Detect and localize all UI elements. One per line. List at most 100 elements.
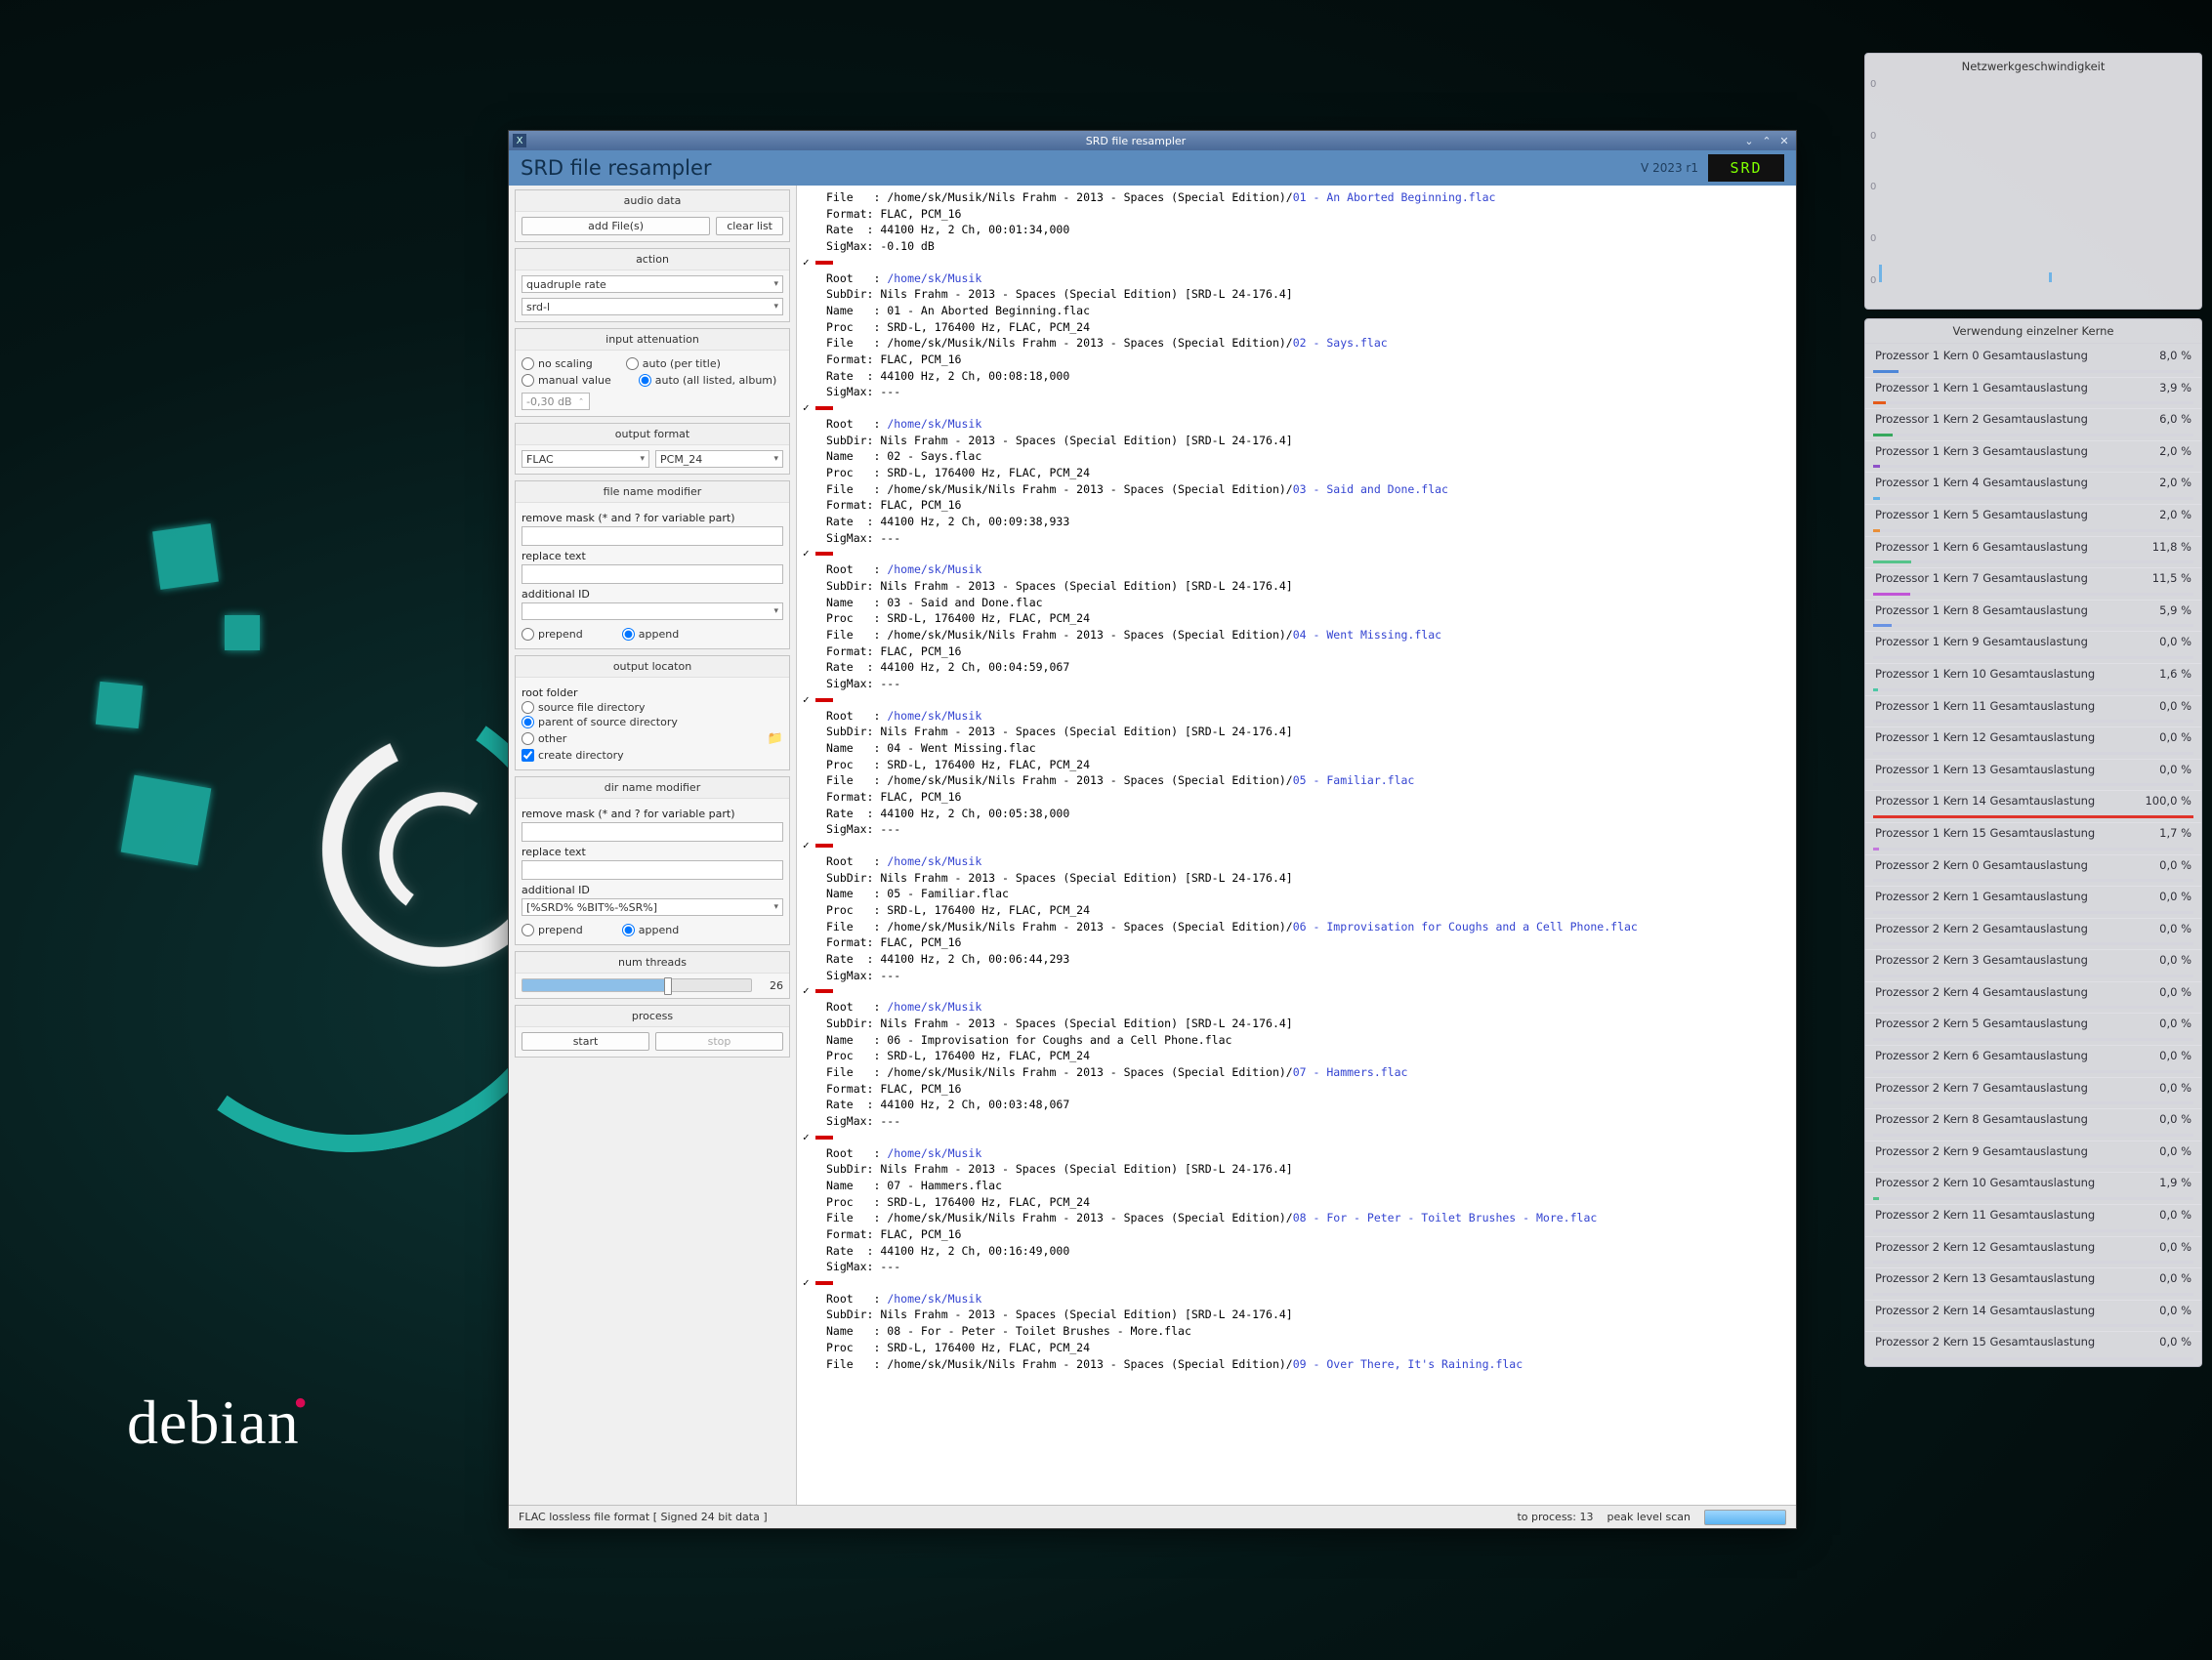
dnm-replace-input[interactable] — [522, 860, 783, 880]
add-files-button[interactable]: add File(s) — [522, 217, 710, 235]
dnm-prepend-radio[interactable]: prepend — [522, 924, 583, 936]
core-label: Prozessor 1 Kern 12 Gesamtauslastung — [1875, 730, 2095, 744]
separator-bar — [815, 1281, 833, 1285]
core-label: Prozessor 1 Kern 1 Gesamtauslastung — [1875, 381, 2088, 394]
maximize-icon[interactable]: ⌃ — [1759, 134, 1774, 147]
core-label: Prozessor 2 Kern 6 Gesamtauslastung — [1875, 1049, 2088, 1062]
titlebar[interactable]: X SRD file resampler ⌄ ⌃ ✕ — [509, 131, 1796, 150]
core-row: Prozessor 2 Kern 1 Gesamtauslastung0,0 % — [1865, 887, 2201, 919]
core-percent: 2,0 % — [2159, 444, 2191, 458]
core-row: Prozessor 2 Kern 15 Gesamtauslastung0,0 … — [1865, 1332, 2201, 1364]
loc-other-radio[interactable]: other — [522, 732, 762, 745]
core-row: Prozessor 1 Kern 4 Gesamtauslastung2,0 % — [1865, 473, 2201, 505]
log-entry-check[interactable]: ✓ — [803, 400, 810, 416]
container-select[interactable]: FLAC — [522, 450, 649, 468]
core-row: Prozessor 2 Kern 0 Gesamtauslastung0,0 % — [1865, 855, 2201, 888]
core-label: Prozessor 1 Kern 5 Gesamtauslastung — [1875, 508, 2088, 521]
core-label: Prozessor 2 Kern 7 Gesamtauslastung — [1875, 1081, 2088, 1095]
core-label: Prozessor 1 Kern 11 Gesamtauslastung — [1875, 699, 2095, 713]
loc-parent-radio[interactable]: parent of source directory — [522, 716, 783, 728]
core-percent: 0,0 % — [2159, 1049, 2191, 1062]
core-label: Prozessor 1 Kern 8 Gesamtauslastung — [1875, 603, 2088, 617]
log-entry-check[interactable]: ✓ — [803, 838, 810, 853]
fnm-append-radio[interactable]: append — [622, 628, 679, 641]
fnm-replace-input[interactable] — [522, 564, 783, 584]
core-percent: 0,0 % — [2159, 1081, 2191, 1095]
core-label: Prozessor 1 Kern 0 Gesamtauslastung — [1875, 349, 2088, 362]
core-percent: 6,0 % — [2159, 412, 2191, 426]
core-row: Prozessor 1 Kern 8 Gesamtauslastung 5,9 % — [1865, 601, 2201, 633]
log-entry-check[interactable]: ✓ — [803, 546, 810, 561]
action-engine-select[interactable]: srd-l — [522, 298, 783, 315]
panel-input-attenuation: input attenuation no scaling auto (per t… — [515, 328, 790, 417]
core-row: Prozessor 1 Kern 0 Gesamtauslastung8,0 % — [1865, 346, 2201, 378]
fnm-remove-mask-input[interactable] — [522, 526, 783, 546]
radio-no-scaling[interactable]: no scaling — [522, 357, 593, 370]
status-format: FLAC lossless file format [ Signed 24 bi… — [519, 1511, 768, 1523]
core-row: Prozessor 2 Kern 8 Gesamtauslastung0,0 % — [1865, 1109, 2201, 1141]
brand-logo: SRD — [1708, 154, 1784, 182]
encoding-select[interactable]: PCM_24 — [655, 450, 783, 468]
log-entry-check[interactable]: ✓ — [803, 255, 810, 270]
core-percent: 0,0 % — [2159, 1240, 2191, 1254]
app-title: SRD file resampler — [521, 156, 712, 180]
core-row: Prozessor 1 Kern 12 Gesamtauslastung0,0 … — [1865, 727, 2201, 760]
fnm-id-select[interactable] — [522, 602, 783, 620]
stop-button[interactable]: stop — [655, 1032, 783, 1051]
dnm-remove-mask-input[interactable] — [522, 822, 783, 842]
close-icon[interactable]: ✕ — [1776, 134, 1792, 147]
separator-bar — [815, 989, 833, 993]
clear-list-button[interactable]: clear list — [716, 217, 783, 235]
log-entry-check[interactable]: ✓ — [803, 1130, 810, 1145]
folder-icon[interactable]: 📁 — [768, 731, 783, 746]
core-row: Prozessor 2 Kern 2 Gesamtauslastung0,0 % — [1865, 919, 2201, 951]
core-row: Prozessor 2 Kern 10 Gesamtauslastung1,9 … — [1865, 1173, 2201, 1205]
core-row: Prozessor 2 Kern 7 Gesamtauslastung 0,0 % — [1865, 1078, 2201, 1110]
core-row: Prozessor 1 Kern 1 Gesamtauslastung3,9 % — [1865, 378, 2201, 410]
status-progress-button[interactable] — [1704, 1510, 1786, 1525]
core-percent: 0,0 % — [2159, 1017, 2191, 1030]
dnm-id-select[interactable]: [%SRD% %BIT%-%SR%] — [522, 898, 783, 916]
core-percent: 5,9 % — [2159, 603, 2191, 617]
minimize-icon[interactable]: ⌄ — [1741, 134, 1757, 147]
panel-output-location: output locaton root folder source file d… — [515, 655, 790, 770]
core-percent: 0,0 % — [2159, 1271, 2191, 1285]
core-row: Prozessor 2 Kern 14 Gesamtauslastung0,0 … — [1865, 1301, 2201, 1333]
panel-audio-data: audio data add File(s) clear list — [515, 189, 790, 242]
start-button[interactable]: start — [522, 1032, 649, 1051]
dnm-append-radio[interactable]: append — [622, 924, 679, 936]
core-label: Prozessor 2 Kern 10 Gesamtauslastung — [1875, 1176, 2095, 1189]
core-row: Prozessor 2 Kern 13 Gesamtauslastung0,0 … — [1865, 1268, 2201, 1301]
settings-sidebar[interactable]: audio data add File(s) clear list action… — [509, 186, 797, 1505]
panel-num-threads: num threads 26 — [515, 951, 790, 999]
core-row: Prozessor 1 Kern 13 Gesamtauslastung0,0 … — [1865, 760, 2201, 792]
app-version: V 2023 r1 — [1641, 161, 1698, 175]
core-row: Prozessor 2 Kern 12 Gesamtauslastung0,0 … — [1865, 1237, 2201, 1269]
loc-create-dir-check[interactable]: create directory — [522, 749, 783, 762]
core-label: Prozessor 2 Kern 5 Gesamtauslastung — [1875, 1017, 2088, 1030]
log-entry-check[interactable]: ✓ — [803, 692, 810, 708]
separator-bar — [815, 1136, 833, 1140]
radio-auto-all[interactable]: auto (all listed, album) — [639, 374, 777, 387]
loc-source-radio[interactable]: source file directory — [522, 701, 783, 714]
action-mode-select[interactable]: quadruple rate — [522, 275, 783, 293]
core-percent: 0,0 % — [2159, 922, 2191, 935]
status-to-process: to process: 13 — [1517, 1511, 1593, 1523]
core-row: Prozessor 1 Kern 10 Gesamtauslastung1,6 … — [1865, 664, 2201, 696]
window-title: SRD file resampler — [532, 135, 1739, 147]
core-row: Prozessor 1 Kern 2 Gesamtauslastung6,0 % — [1865, 409, 2201, 441]
fnm-prepend-radio[interactable]: prepend — [522, 628, 583, 641]
separator-bar — [815, 552, 833, 556]
processing-log[interactable]: File : /home/sk/Musik/Nils Frahm - 2013 … — [797, 186, 1796, 1505]
core-percent: 0,0 % — [2159, 953, 2191, 967]
core-label: Prozessor 2 Kern 4 Gesamtauslastung — [1875, 985, 2088, 999]
app-header: SRD file resampler V 2023 r1 SRD — [509, 150, 1796, 186]
log-entry-check[interactable]: ✓ — [803, 983, 810, 999]
threads-slider[interactable] — [522, 978, 752, 992]
attenuation-spin[interactable]: -0,30 dB — [522, 393, 590, 410]
core-label: Prozessor 1 Kern 10 Gesamtauslastung — [1875, 667, 2095, 681]
radio-auto-per-title[interactable]: auto (per title) — [626, 357, 721, 370]
core-label: Prozessor 2 Kern 8 Gesamtauslastung — [1875, 1112, 2088, 1126]
radio-manual-value[interactable]: manual value — [522, 374, 611, 387]
log-entry-check[interactable]: ✓ — [803, 1275, 810, 1291]
